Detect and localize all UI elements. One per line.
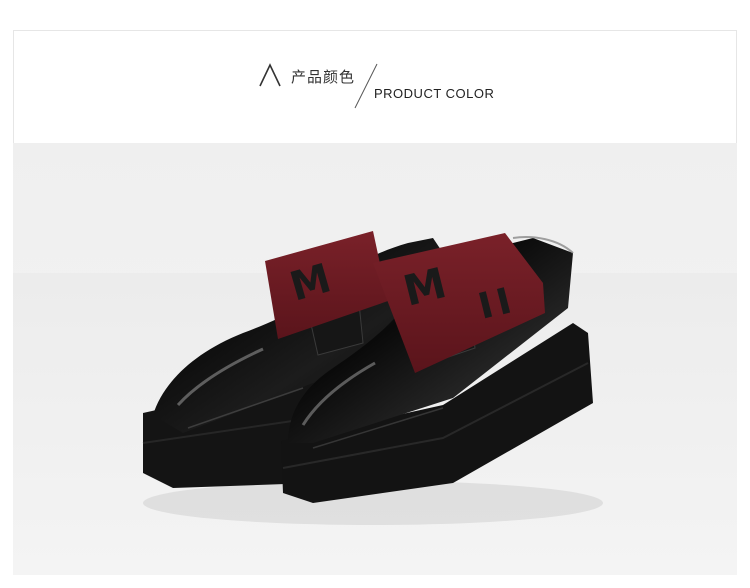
lambda-logo-icon xyxy=(259,63,281,87)
section-title: 产品颜色 PRODUCT COLOR xyxy=(258,60,518,120)
title-chinese: 产品颜色 xyxy=(291,68,356,86)
title-english: PRODUCT COLOR xyxy=(374,86,495,101)
shoes-illustration: M M xyxy=(13,231,737,575)
product-photo: M M xyxy=(13,143,737,575)
